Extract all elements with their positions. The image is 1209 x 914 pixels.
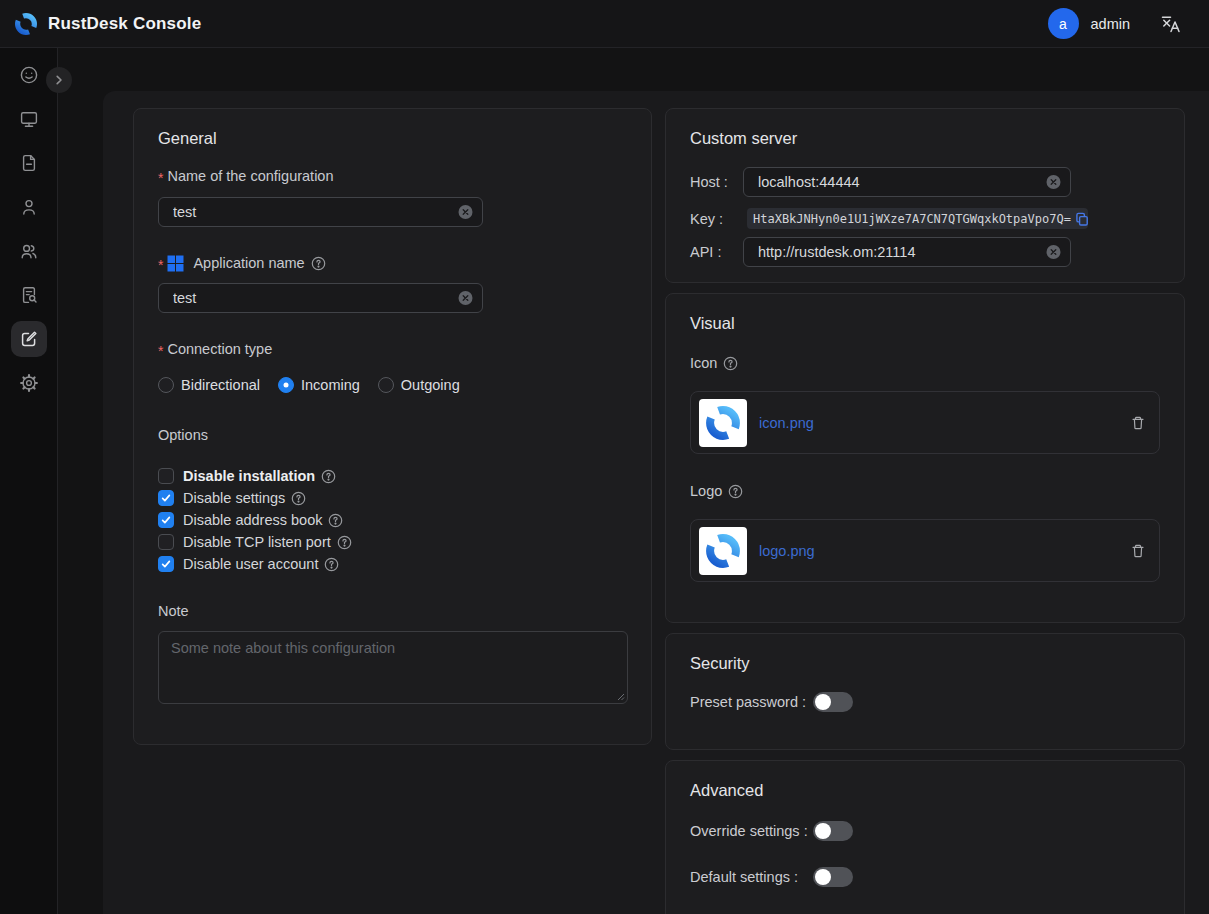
help-icon[interactable]	[291, 491, 306, 506]
required-asterisk: *	[158, 255, 163, 275]
sidebar-item-configurations[interactable]	[11, 321, 47, 357]
name-input[interactable]	[158, 197, 483, 227]
default-settings-toggle[interactable]	[813, 867, 853, 887]
preset-password-label: Preset password :	[690, 694, 813, 710]
clear-icon[interactable]	[458, 205, 473, 220]
api-input[interactable]	[743, 237, 1071, 267]
host-label: Host :	[690, 174, 743, 190]
radio-outgoing[interactable]: Outgoing	[378, 377, 460, 393]
sidebar-item-users[interactable]	[11, 189, 47, 225]
translate-icon[interactable]	[1160, 14, 1180, 34]
checkbox-disable-settings[interactable]: Disable settings	[158, 487, 627, 509]
clear-icon[interactable]	[1046, 245, 1061, 260]
sidebar-item-dashboard[interactable]	[11, 57, 47, 93]
sidebar	[0, 48, 58, 914]
trash-icon[interactable]	[1130, 543, 1146, 559]
options-checkboxes: Disable installation Disable settings Di…	[158, 465, 627, 575]
resize-handle-icon[interactable]	[616, 692, 625, 701]
key-label: Key :	[690, 211, 743, 227]
windows-icon	[167, 255, 184, 272]
security-title: Security	[690, 634, 1160, 673]
sidebar-item-devices[interactable]	[11, 101, 47, 137]
checkbox-disable-tcp-listen-port[interactable]: Disable TCP listen port	[158, 531, 627, 553]
main-content: General * Name of the configuration *	[103, 91, 1209, 914]
host-input[interactable]	[743, 167, 1071, 197]
trash-icon[interactable]	[1130, 415, 1146, 431]
logo-thumbnail	[699, 527, 747, 575]
security-card: Security Preset password :	[665, 633, 1185, 750]
app-title: RustDesk Console	[48, 14, 201, 34]
clear-icon[interactable]	[1046, 175, 1061, 190]
key-value: HtaXBkJNHyn0e1U1jWXze7A7CN7QTGWqxkOtpaVp…	[753, 212, 1071, 226]
clear-icon[interactable]	[458, 291, 473, 306]
api-label: API :	[690, 244, 743, 260]
sidebar-item-settings[interactable]	[11, 365, 47, 401]
host-input-wrap	[743, 167, 1071, 197]
help-icon[interactable]	[321, 469, 336, 484]
key-value-box: HtaXBkJNHyn0e1U1jWXze7A7CN7QTGWqxkOtpaVp…	[747, 208, 1088, 229]
connection-type-radios: Bidirectional Incoming Outgoing	[158, 375, 627, 395]
note-textarea-wrap	[158, 631, 628, 704]
required-asterisk: *	[158, 341, 163, 361]
app-input-wrap	[158, 283, 483, 313]
name-label: * Name of the configuration	[158, 166, 627, 186]
avatar[interactable]: a	[1048, 8, 1079, 39]
options-label: Options	[158, 425, 627, 445]
app-header: RustDesk Console a admin	[0, 0, 1209, 48]
sidebar-item-audit-logs[interactable]	[11, 277, 47, 313]
copy-icon[interactable]	[1075, 212, 1089, 226]
app-name-input[interactable]	[158, 283, 483, 313]
visual-title: Visual	[690, 294, 1160, 333]
general-title: General	[158, 109, 627, 148]
help-icon[interactable]	[328, 513, 343, 528]
advanced-card: Advanced Override settings : Default set…	[665, 760, 1185, 914]
sidebar-collapse-button[interactable]	[46, 67, 72, 93]
checkbox-disable-user-account[interactable]: Disable user account	[158, 553, 627, 575]
api-input-wrap	[743, 237, 1071, 267]
username[interactable]: admin	[1091, 16, 1131, 32]
note-textarea[interactable]	[158, 631, 628, 704]
checkbox-disable-installation[interactable]: Disable installation	[158, 465, 627, 487]
name-input-wrap	[158, 197, 483, 227]
icon-file-link[interactable]: icon.png	[759, 415, 814, 431]
sidebar-item-groups[interactable]	[11, 233, 47, 269]
icon-file-item: icon.png	[690, 391, 1160, 454]
logo-file-item: logo.png	[690, 519, 1160, 582]
help-icon[interactable]	[337, 535, 352, 550]
visual-card: Visual Icon icon.png	[665, 293, 1185, 623]
connection-type-label: * Connection type	[158, 339, 627, 359]
advanced-title: Advanced	[690, 761, 1160, 800]
help-icon[interactable]	[311, 256, 326, 271]
preset-password-toggle[interactable]	[813, 692, 853, 712]
custom-server-title: Custom server	[690, 109, 1160, 148]
radio-incoming[interactable]: Incoming	[278, 377, 360, 393]
icon-label: Icon	[690, 353, 1160, 373]
logo-file-link[interactable]: logo.png	[759, 543, 815, 559]
app-name-label: * Application name	[158, 253, 627, 273]
icon-thumbnail	[699, 399, 747, 447]
logo-label: Logo	[690, 481, 1160, 501]
help-icon[interactable]	[324, 557, 339, 572]
override-settings-label: Override settings :	[690, 823, 813, 839]
help-icon[interactable]	[728, 484, 743, 499]
checkbox-disable-address-book[interactable]: Disable address book	[158, 509, 627, 531]
sidebar-item-documents[interactable]	[11, 145, 47, 181]
general-card: General * Name of the configuration *	[133, 108, 652, 745]
custom-server-card: Custom server Host : Key : HtaXBkJNHyn0e…	[665, 108, 1185, 283]
required-asterisk: *	[158, 168, 163, 188]
rustdesk-logo-icon	[13, 11, 39, 37]
override-settings-toggle[interactable]	[813, 821, 853, 841]
note-label: Note	[158, 601, 627, 621]
radio-bidirectional[interactable]: Bidirectional	[158, 377, 260, 393]
default-settings-label: Default settings :	[690, 869, 813, 885]
help-icon[interactable]	[723, 356, 738, 371]
